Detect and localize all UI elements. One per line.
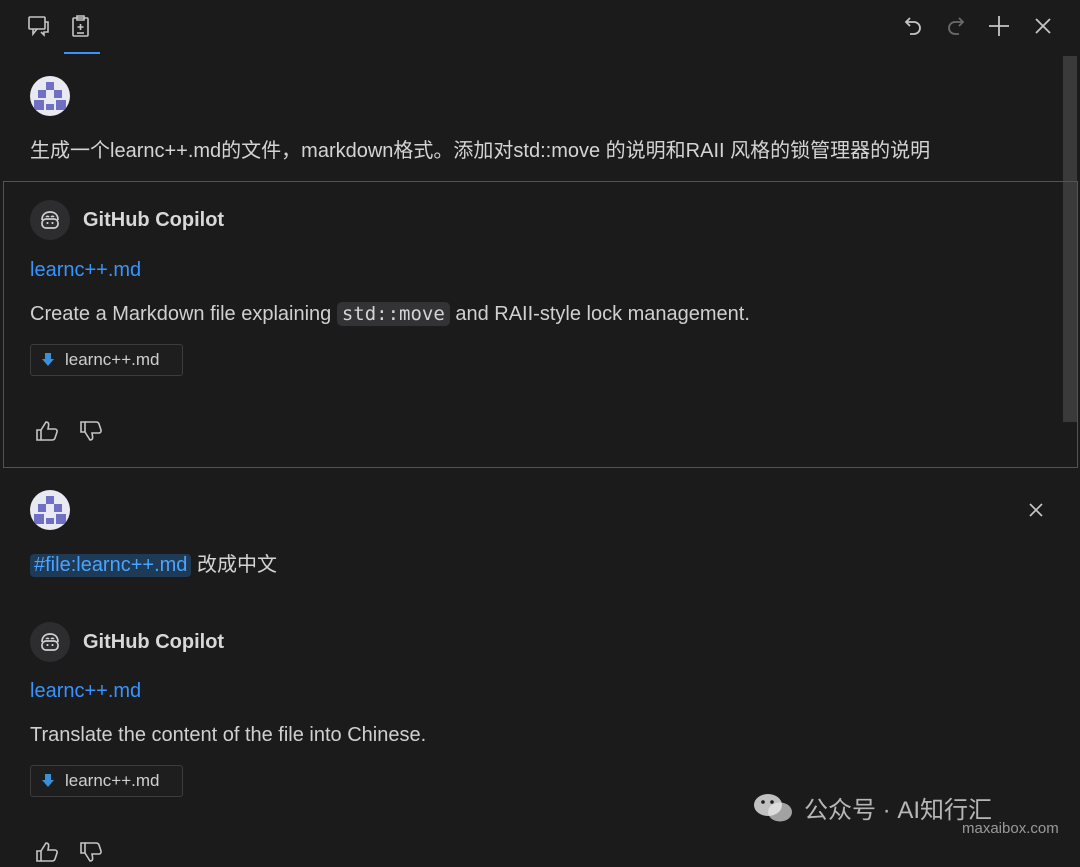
edit-session-icon [72, 15, 89, 37]
new-chat-button[interactable] [981, 8, 1017, 44]
thumbs-up-icon [36, 842, 58, 862]
chat-toolbar [0, 0, 1080, 54]
user-prompt: #file:learnc++.md 改成中文 [30, 548, 277, 577]
response-text: Translate the content of the file into C… [30, 724, 427, 746]
download-arrow-icon [41, 352, 55, 368]
thumbs-up-button[interactable] [32, 837, 62, 867]
file-chip-label: learnc++.md [65, 350, 160, 369]
file-reference-chip[interactable]: #file:learnc++.md [30, 554, 192, 577]
wechat-icon [754, 793, 792, 821]
thumbs-down-button[interactable] [76, 416, 106, 446]
response-text: Create a Markdown file explaining std::m… [30, 302, 750, 326]
response-author: GitHub Copilot [83, 209, 225, 231]
thumbs-down-icon [80, 842, 102, 862]
user-avatar [30, 490, 70, 530]
redo-button[interactable] [938, 8, 974, 44]
remove-request-button[interactable] [1022, 496, 1050, 524]
thumbs-down-icon [80, 421, 102, 441]
user-prompt-text: 改成中文 [191, 554, 277, 576]
thumbs-up-button[interactable] [32, 416, 62, 446]
close-icon [1029, 503, 1043, 517]
copilot-avatar [30, 622, 70, 662]
user-prompt: 生成一个learnc++.md的文件，markdown格式。添加对std::mo… [30, 140, 931, 162]
file-change-chip[interactable]: learnc++.md [30, 765, 183, 797]
edit-session-tab[interactable] [63, 8, 99, 44]
thumbs-down-button[interactable] [76, 837, 106, 867]
response-author: GitHub Copilot [83, 631, 225, 653]
thumbs-up-icon [36, 421, 58, 441]
chat-tab[interactable] [20, 8, 56, 44]
copilot-icon [41, 211, 59, 229]
download-arrow-icon [41, 773, 55, 789]
redo-icon [948, 17, 965, 35]
file-chip-label: learnc++.md [65, 771, 160, 790]
close-icon [1035, 18, 1051, 34]
response-text-before: Create a Markdown file explaining [30, 303, 337, 325]
copilot-avatar [30, 200, 70, 240]
active-tab-indicator [64, 52, 100, 54]
user-avatar [30, 76, 70, 116]
undo-icon [904, 17, 921, 35]
response-file-link[interactable]: learnc++.md [30, 680, 141, 703]
file-change-chip[interactable]: learnc++.md [30, 344, 183, 376]
response-text-after: and RAII-style lock management. [449, 303, 750, 325]
chat-icon [28, 16, 49, 37]
copilot-icon [41, 633, 59, 651]
watermark: 公众号 · AI知行汇 maxaibox.com [752, 790, 1059, 837]
watermark-site: maxaibox.com [962, 820, 1059, 837]
inline-code: std::move [336, 302, 450, 326]
response-file-link[interactable]: learnc++.md [30, 259, 141, 282]
close-panel-button[interactable] [1025, 8, 1061, 44]
undo-button[interactable] [895, 8, 931, 44]
plus-icon [989, 16, 1009, 36]
